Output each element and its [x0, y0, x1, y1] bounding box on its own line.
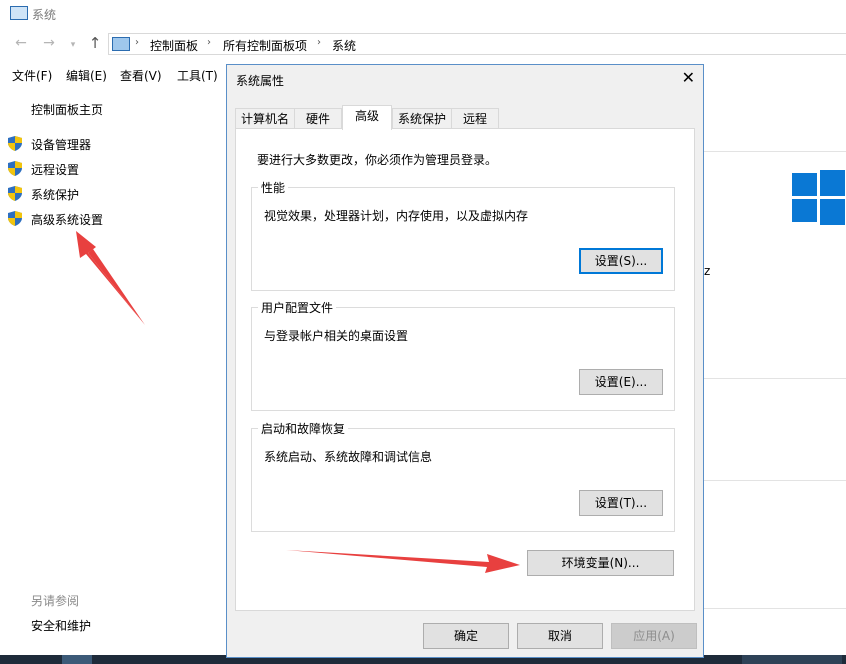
performance-group: 性能 视觉效果，处理器计划，内存使用，以及虚拟内存 设置(S)...	[251, 179, 675, 291]
sidebar-item-label: 高级系统设置	[31, 213, 104, 227]
environment-variables-button[interactable]: 环境变量(N)...	[527, 550, 674, 576]
tab-remote[interactable]: 远程	[451, 108, 499, 130]
system-info-pane: z	[704, 90, 846, 664]
user-profiles-title: 用户配置文件	[258, 299, 337, 316]
divider	[704, 608, 846, 609]
system-window-icon	[10, 6, 28, 20]
window-titlebar: 系统	[0, 0, 846, 28]
control-panel-icon	[112, 37, 130, 51]
see-also-heading: 另请参阅	[31, 594, 80, 608]
menu-file[interactable]: 文件(F)	[12, 67, 52, 84]
menu-tools[interactable]: 工具(T)	[177, 67, 218, 84]
window-title: 系统	[32, 8, 57, 22]
shield-icon	[8, 186, 22, 201]
tab-hardware[interactable]: 硬件	[294, 108, 342, 130]
user-profiles-settings-button[interactable]: 设置(E)...	[579, 369, 663, 395]
up-arrow-icon[interactable]: ↑	[86, 34, 104, 52]
cancel-button[interactable]: 取消	[517, 623, 603, 649]
shield-icon	[8, 136, 22, 151]
breadcrumb-separator-icon: ›	[317, 37, 321, 48]
performance-desc: 视觉效果，处理器计划，内存使用，以及虚拟内存	[264, 209, 529, 223]
breadcrumb-separator-icon: ›	[207, 37, 211, 48]
divider	[704, 151, 846, 152]
breadcrumb-control-panel[interactable]: 控制面板	[150, 37, 198, 54]
system-info-text-fragment: z	[704, 264, 711, 278]
divider	[704, 378, 846, 379]
startup-recovery-desc: 系统启动、系统故障和调试信息	[264, 450, 433, 464]
left-pane: 控制面板主页 设备管理器 远程设置 系统保护 高级系统设置 另请参阅 安全和维护	[0, 90, 225, 664]
taskbar-app-icon[interactable]	[62, 655, 92, 664]
divider	[704, 480, 846, 481]
sidebar-item-label: 远程设置	[31, 163, 80, 177]
startup-recovery-title: 启动和故障恢复	[258, 420, 349, 437]
breadcrumb-system[interactable]: 系统	[332, 37, 356, 54]
tab-computer-name[interactable]: 计算机名	[235, 108, 295, 130]
tab-system-protection[interactable]: 系统保护	[392, 108, 452, 130]
breadcrumb-all-items[interactable]: 所有控制面板项	[223, 37, 307, 54]
system-properties-dialog: 系统属性 ✕ 计算机名 硬件 高级 系统保护 远程 要进行大多数更改，你必须作为…	[226, 64, 704, 658]
control-panel-home-link[interactable]: 控制面板主页	[31, 101, 103, 118]
sidebar-item-label: 设备管理器	[31, 138, 92, 152]
tab-advanced[interactable]: 高级	[342, 105, 392, 130]
shield-icon	[8, 161, 22, 176]
taskbar-tray[interactable]	[742, 655, 842, 664]
address-bar: ← → ▾ ↑ › 控制面板 › 所有控制面板项 › 系统	[0, 30, 846, 58]
menu-view[interactable]: 查看(V)	[120, 67, 162, 84]
apply-button[interactable]: 应用(A)	[611, 623, 697, 649]
advanced-tab-panel: 要进行大多数更改，你必须作为管理员登录。 性能 视觉效果，处理器计划，内存使用，…	[235, 128, 695, 611]
user-profiles-desc: 与登录帐户相关的桌面设置	[264, 329, 409, 343]
breadcrumb-separator-icon: ›	[135, 37, 139, 48]
shield-icon	[8, 211, 22, 226]
back-arrow-icon[interactable]: ←	[12, 34, 30, 52]
security-maintenance-link[interactable]: 安全和维护	[31, 617, 91, 634]
dialog-title: 系统属性	[236, 74, 285, 88]
recent-chevron-icon[interactable]: ▾	[64, 36, 82, 54]
sidebar-item-label: 系统保护	[31, 188, 80, 202]
menu-edit[interactable]: 编辑(E)	[66, 67, 107, 84]
user-profiles-group: 用户配置文件 与登录帐户相关的桌面设置 设置(E)...	[251, 299, 675, 411]
admin-notice: 要进行大多数更改，你必须作为管理员登录。	[257, 153, 498, 167]
performance-title: 性能	[258, 179, 289, 196]
close-icon[interactable]: ✕	[682, 68, 695, 87]
forward-arrow-icon[interactable]: →	[40, 34, 58, 52]
ok-button[interactable]: 确定	[423, 623, 509, 649]
startup-recovery-group: 启动和故障恢复 系统启动、系统故障和调试信息 设置(T)...	[251, 420, 675, 532]
windows-logo-icon	[792, 170, 846, 225]
startup-recovery-settings-button[interactable]: 设置(T)...	[579, 490, 663, 516]
performance-settings-button[interactable]: 设置(S)...	[579, 248, 663, 274]
address-input[interactable]: › 控制面板 › 所有控制面板项 › 系统	[108, 33, 846, 55]
